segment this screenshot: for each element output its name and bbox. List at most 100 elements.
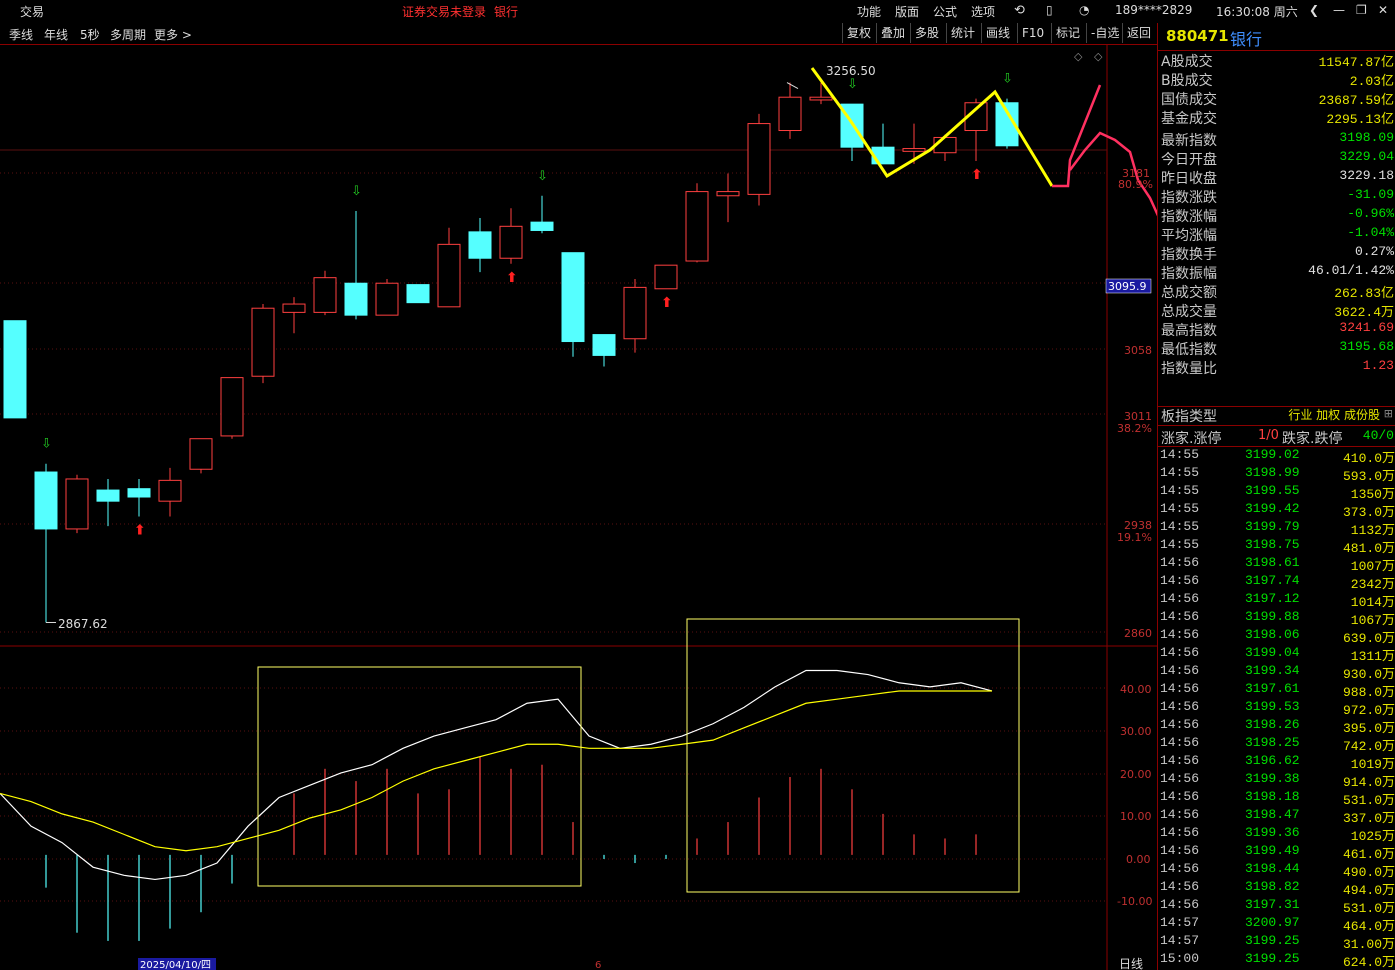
period-year[interactable]: 年线: [44, 26, 68, 43]
button-multi-stock[interactable]: 多股: [910, 23, 943, 43]
user-icon[interactable]: ◔: [1079, 3, 1089, 17]
button-overlay[interactable]: 叠加: [876, 23, 909, 43]
tick-volume: 461.0万: [1342, 847, 1395, 862]
tick-row: 14:55 3199.02 410.0万: [1159, 447, 1395, 466]
period-more[interactable]: 更多 >: [154, 26, 192, 43]
ind-tick: 20.00: [1120, 768, 1152, 781]
expand-icon[interactable]: ◇: [1094, 50, 1103, 63]
button-mark[interactable]: 标记: [1051, 23, 1084, 43]
app-title[interactable]: 交易: [20, 3, 44, 20]
refresh-icon[interactable]: ⟲: [1014, 3, 1025, 18]
tick-price: 3198.06: [1245, 627, 1300, 642]
tick-row: 14:56 3197.61 988.0万: [1159, 681, 1395, 700]
stat-value: 2295.13亿: [1326, 112, 1394, 127]
menu-formula[interactable]: 公式: [933, 3, 957, 20]
tick-price: 3198.18: [1245, 789, 1300, 804]
menu-options[interactable]: 选项: [971, 3, 995, 20]
close-icon[interactable]: ✕: [1378, 3, 1388, 17]
stat-row: 今日开盘 3229.04: [1160, 149, 1394, 168]
tick-row: 14:56 3198.61 1007万: [1159, 555, 1395, 574]
menu-function[interactable]: 功能: [857, 3, 881, 20]
period-quarter[interactable]: 季线: [9, 26, 33, 43]
account-id[interactable]: 189****2829: [1115, 3, 1192, 17]
tick-row: 14:56 3199.88 1067万: [1159, 609, 1395, 628]
candle-body: [3, 320, 27, 419]
tick-price: 3197.31: [1245, 897, 1300, 912]
quote-panel: 880471 银行 A股成交 11547.87亿 B股成交 2.03亿 国债成交 2368…: [1157, 23, 1395, 970]
candle-body: [530, 221, 554, 231]
tick-row: 14:57 3199.25 31.00万: [1159, 933, 1395, 952]
phone-icon[interactable]: ▯: [1046, 3, 1053, 17]
tick-volume: 1014万: [1350, 595, 1395, 610]
candle-body: [623, 286, 647, 340]
kline-chart[interactable]: ⇩⇩⇩⇩ ⇩⬆⬆⬆⬆ 3256.50 2867.62 3181 80.9% 309…: [0, 44, 1157, 970]
tick-row: 14:56 3197.74 2342万: [1159, 573, 1395, 592]
tick-row: 14:55 3199.42 373.0万: [1159, 501, 1395, 520]
stat-value: 3241.69: [1339, 320, 1394, 335]
tick-price: 3199.25: [1245, 951, 1300, 966]
tick-time: 14:56: [1160, 699, 1200, 714]
tick-time: 14:56: [1160, 825, 1200, 840]
tick-row: 14:56 3198.82 494.0万: [1159, 879, 1395, 898]
tick-price: 3199.34: [1245, 663, 1300, 678]
button-adjust[interactable]: 复权: [842, 23, 875, 43]
tick-time: 14:56: [1160, 627, 1200, 642]
stat-label: 平均涨幅: [1161, 228, 1217, 244]
axis-tick: 38.2%: [1117, 422, 1152, 435]
menu-layout[interactable]: 版面: [895, 3, 919, 20]
button-back[interactable]: 返回: [1122, 23, 1155, 43]
tick-price: 3199.36: [1245, 825, 1300, 840]
tick-row: 14:57 3200.97 464.0万: [1159, 915, 1395, 934]
login-status[interactable]: 证券交易未登录: [402, 3, 486, 20]
tick-volume: 494.0万: [1342, 883, 1395, 898]
axis-tick: 19.1%: [1117, 531, 1152, 544]
tick-price: 3199.25: [1245, 933, 1300, 948]
grid-icon[interactable]: ⊞: [1384, 407, 1393, 420]
stat-value: 3229.04: [1339, 149, 1394, 164]
period-corner-label[interactable]: 日线: [1119, 957, 1143, 970]
tick-volume: 1311万: [1350, 649, 1395, 664]
restore-icon[interactable]: ❐: [1356, 3, 1367, 17]
button-f10[interactable]: F10: [1017, 23, 1048, 43]
down-arrow-icon: ⇩: [1002, 72, 1013, 87]
button-watchlist[interactable]: -自选: [1086, 23, 1123, 43]
axis-mark: 6: [595, 960, 601, 970]
board-type-value[interactable]: 行业 加权 成份股: [1288, 406, 1380, 423]
ind-tick: 40.00: [1120, 683, 1152, 696]
tick-row: 14:55 3198.75 481.0万: [1159, 537, 1395, 556]
collapse-icon[interactable]: ◇: [1074, 50, 1083, 63]
stat-row: 指数量比 1.23: [1160, 358, 1394, 377]
high-price-label: 3256.50: [826, 64, 876, 78]
tick-volume: 1019万: [1350, 757, 1395, 772]
stat-value: -0.96%: [1347, 206, 1394, 221]
button-stats[interactable]: 统计: [946, 23, 979, 43]
tick-row: 14:56 3199.36 1025万: [1159, 825, 1395, 844]
stat-row: A股成交 11547.87亿: [1160, 51, 1394, 70]
board-type-label: 板指类型: [1161, 409, 1217, 425]
index-name: 银行: [1230, 30, 1263, 49]
tick-time: 14:56: [1160, 555, 1200, 570]
tick-time: 14:56: [1160, 843, 1200, 858]
button-draw[interactable]: 画线: [981, 23, 1014, 43]
back-icon[interactable]: ❮: [1309, 3, 1319, 17]
stat-value: 1.23: [1362, 358, 1394, 373]
candle-body: [406, 284, 430, 304]
tick-time: 14:56: [1160, 771, 1200, 786]
tick-time: 14:56: [1160, 753, 1200, 768]
stat-value: 2.03亿: [1349, 74, 1394, 89]
stat-label: 指数换手: [1161, 247, 1217, 263]
stat-row: 指数涨跌 -31.09: [1160, 187, 1394, 206]
tick-price: 3197.12: [1245, 591, 1300, 606]
tick-volume: 972.0万: [1342, 703, 1395, 718]
minimize-icon[interactable]: —: [1333, 3, 1345, 17]
tick-time: 14:56: [1160, 609, 1200, 624]
tick-row: 14:56 3197.31 531.0万: [1159, 897, 1395, 916]
up-arrow-icon: ⬆: [506, 270, 518, 286]
tick-time: 14:57: [1160, 915, 1200, 930]
tick-volume: 373.0万: [1342, 505, 1395, 520]
candle-body: [685, 191, 709, 262]
period-5s[interactable]: 5秒: [80, 26, 100, 43]
tick-volume: 988.0万: [1342, 685, 1395, 700]
stat-value: 23687.59亿: [1318, 93, 1394, 108]
period-multi[interactable]: 多周期: [110, 26, 146, 43]
